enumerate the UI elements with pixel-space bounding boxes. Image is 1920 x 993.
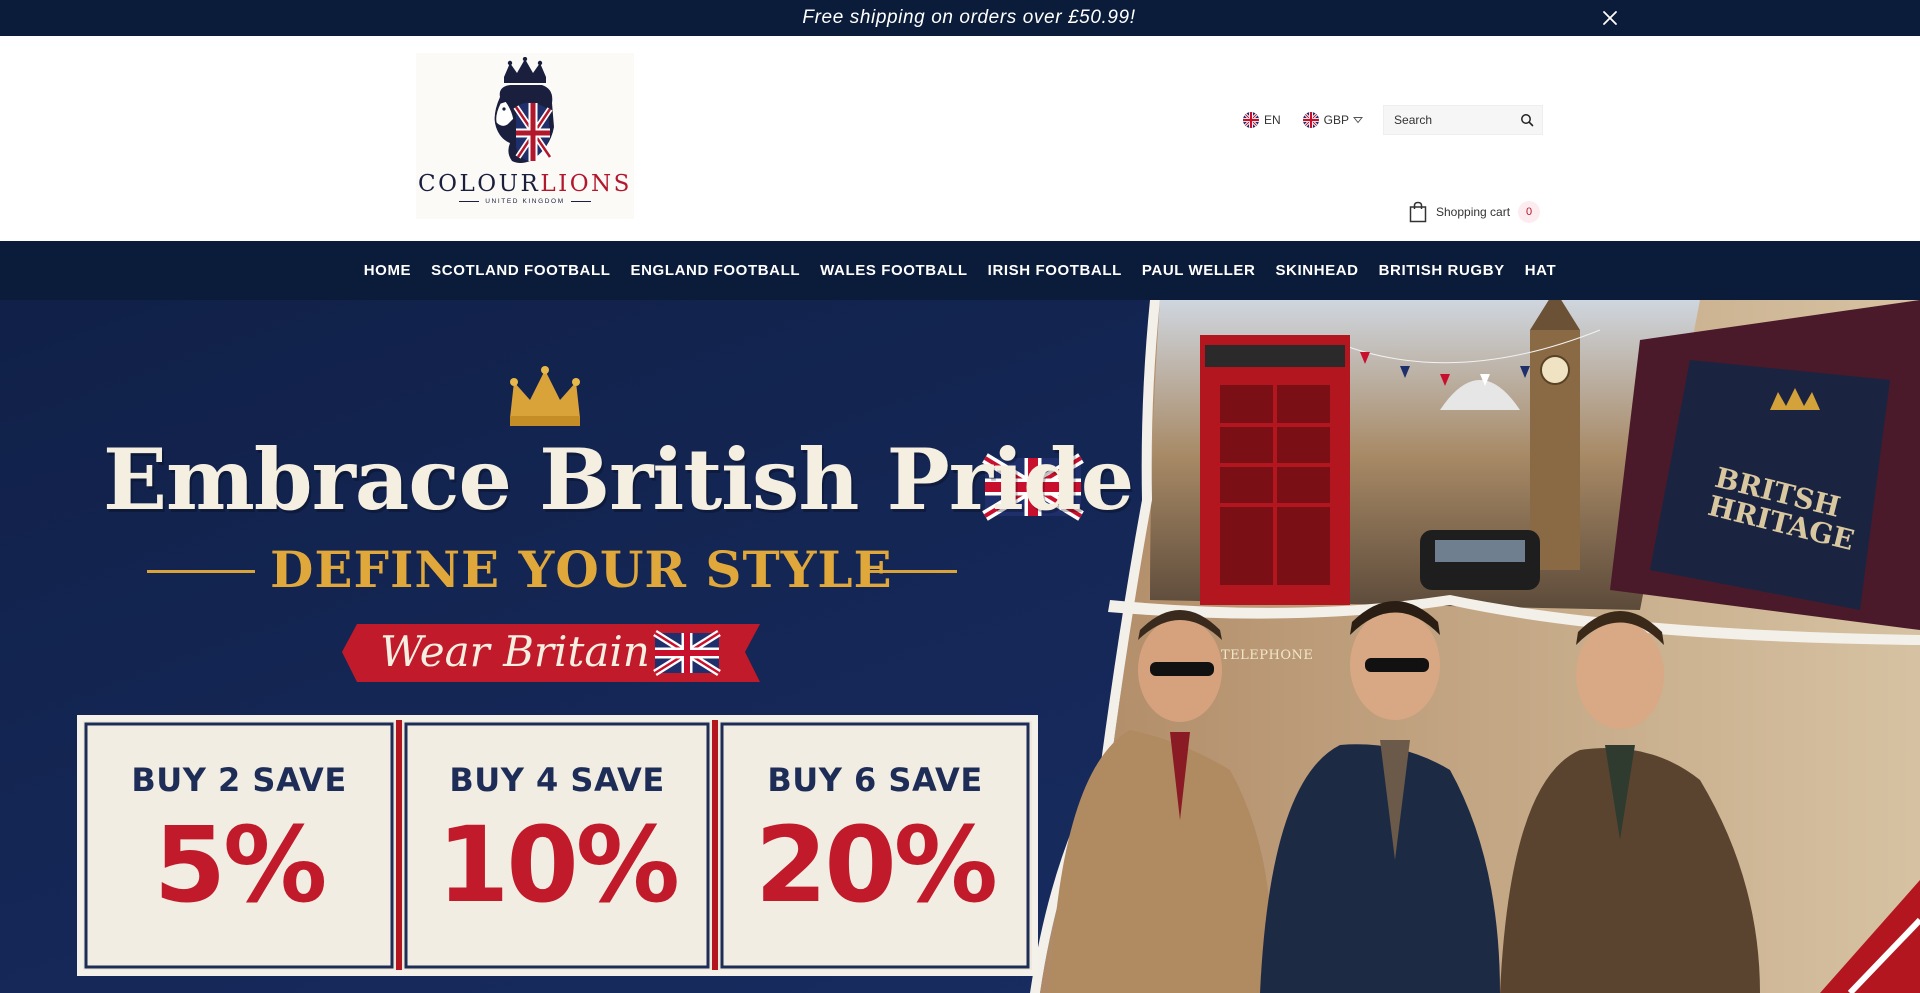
nav-item-hat[interactable]: HAT <box>1525 262 1557 279</box>
announcement-text: Free shipping on orders over £50.99! <box>802 7 1136 28</box>
deal-title: BUY 4 SAVE <box>449 761 665 799</box>
logo-wordmark-first: COLOUR <box>418 171 541 197</box>
language-code: EN <box>1264 113 1281 127</box>
hero-subheadline: DEFINE YOUR STYLE <box>270 540 893 599</box>
chevron-down-icon <box>1352 113 1364 127</box>
shopping-cart-button[interactable]: Shopping cart 0 <box>1409 201 1541 223</box>
announcement-message: Free shipping on orders over £50.99! <box>784 7 1135 29</box>
site-logo[interactable]: COLOURLIONS UNITED KINGDOM <box>416 53 634 219</box>
deal-card-buy-2: BUY 2 SAVE 5% <box>94 727 384 959</box>
divider <box>459 201 480 202</box>
lion-crest-icon <box>494 57 554 163</box>
announcement-bar: Free shipping on orders over £50.99! <box>0 0 1920 36</box>
divider <box>570 201 591 202</box>
telephone-sign: TELEPHONE <box>1221 648 1314 663</box>
search-input[interactable] <box>1394 113 1515 127</box>
shopping-bag-icon <box>1409 201 1427 223</box>
hero-banner[interactable]: Embrace British Pride DEFINE YOUR STYLE … <box>0 300 1920 993</box>
nav-item-scotland-football[interactable]: SCOTLAND FOOTBALL <box>431 262 610 279</box>
deal-percent: 20% <box>755 804 998 926</box>
uk-flag-icon <box>1243 112 1259 128</box>
nav-item-skinhead[interactable]: SKINHEAD <box>1275 262 1358 279</box>
search-icon[interactable] <box>1520 113 1534 127</box>
logo-wordmark: COLOURLIONS <box>418 171 632 197</box>
deal-title: BUY 2 SAVE <box>131 761 347 799</box>
nav-item-home[interactable]: HOME <box>364 262 411 279</box>
close-icon[interactable] <box>1600 8 1620 28</box>
nav-item-england-football[interactable]: ENGLAND FOOTBALL <box>631 262 801 279</box>
language-selector[interactable]: EN <box>1243 112 1281 128</box>
deal-percent: 10% <box>437 804 680 926</box>
header-utilities: EN GBP <box>1243 105 1544 135</box>
logo-subtitle: UNITED KINGDOM <box>459 198 591 205</box>
deal-card-buy-6: BUY 6 SAVE 20% <box>730 727 1020 959</box>
logo-subtitle-text: UNITED KINGDOM <box>485 198 565 205</box>
nav-item-irish-football[interactable]: IRISH FOOTBALL <box>988 262 1122 279</box>
deal-percent: 5% <box>153 804 328 926</box>
site-header: COLOURLIONS UNITED KINGDOM EN GBP Search… <box>0 36 1920 241</box>
search-box <box>1383 105 1544 135</box>
nav-item-wales-football[interactable]: WALES FOOTBALL <box>820 262 968 279</box>
uk-flag-icon <box>1302 112 1319 128</box>
hero-headline: Embrace British Pride <box>103 430 1134 529</box>
main-navigation: HOME SCOTLAND FOOTBALL ENGLAND FOOTBALL … <box>0 241 1920 300</box>
deal-title: BUY 6 SAVE <box>767 761 983 799</box>
currency-code: GBP <box>1323 113 1350 127</box>
cart-label: Shopping cart <box>1436 205 1511 219</box>
deal-card-buy-4: BUY 4 SAVE 10% <box>412 727 702 959</box>
cart-count-badge: 0 <box>1518 201 1541 223</box>
logo-wordmark-second: LIONS <box>540 171 632 197</box>
hero-ribbon-text: Wear Britain <box>380 627 650 676</box>
nav-item-british-rugby[interactable]: BRITISH RUGBY <box>1379 262 1505 279</box>
nav-item-paul-weller[interactable]: PAUL WELLER <box>1142 262 1256 279</box>
currency-selector[interactable]: GBP <box>1302 112 1364 128</box>
